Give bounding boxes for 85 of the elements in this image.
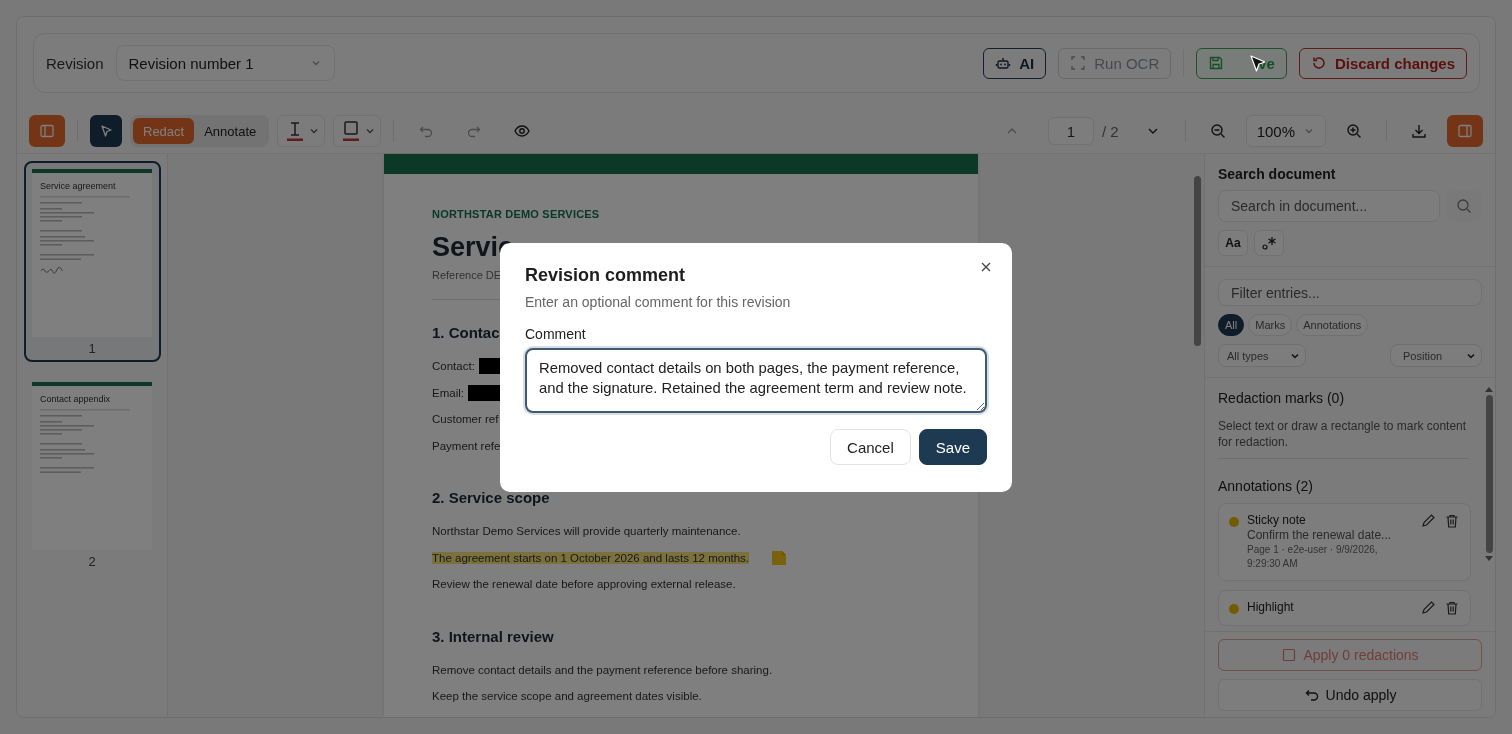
sidebar-icon (39, 123, 55, 139)
zoom-in-icon (1346, 123, 1362, 139)
thumbnail-title: Service agreement (40, 181, 117, 191)
reference-text: Reference DE (432, 269, 502, 281)
panel-toggle-button[interactable] (1447, 115, 1483, 147)
revision-select[interactable]: Revision number 1 (115, 45, 335, 81)
annotation-title: Sticky note (1247, 513, 1307, 527)
annotation-text: Confirm the renewal date... (1247, 528, 1393, 542)
delete-icon[interactable] (1444, 513, 1460, 529)
robot-icon (995, 55, 1012, 71)
save-button[interactable]: Save (918, 429, 987, 465)
rectangle-tool-button[interactable] (333, 115, 382, 147)
match-case-button[interactable]: Aa (1218, 230, 1248, 256)
discard-button[interactable]: Discard changes (1298, 47, 1467, 79)
body-text: Customer ref (432, 413, 499, 426)
redaction-hint: Select text or draw a rectangle to mark content for redaction. (1218, 418, 1468, 450)
sidebar-toggle-button[interactable] (29, 115, 65, 147)
body-text: Payment refe (432, 439, 501, 452)
section-heading: 2. Service scope (432, 489, 550, 506)
cancel-button[interactable]: Cancel (830, 429, 911, 465)
annotations-title: Annotations (2) (1218, 478, 1314, 494)
text-cursor-icon (286, 120, 305, 142)
body-text: Remove contact details and the payment reference before sharing. (432, 663, 773, 676)
highlighted-text: The agreement starts on 1 October 2026 and lasts 12 months. (432, 551, 750, 564)
page-number: 2 (88, 554, 96, 569)
eye-icon (514, 123, 531, 139)
dialog-subtitle: Enter an optional comment for this revision (525, 294, 792, 310)
sidebar-icon (1457, 123, 1473, 139)
text-tool-button[interactable] (277, 115, 326, 147)
zoom-select[interactable]: 100% (1245, 115, 1326, 147)
delete-icon[interactable] (1444, 600, 1460, 616)
annotation-card[interactable]: Sticky note Confirm the renewal date... Page 1 · e2e-user · 9/9/2026, 9:29:30 AM (1218, 503, 1471, 581)
annotation-meta: Page 1 · e2e-user · 9/9/2026, 9:29:30 AM (1247, 543, 1379, 571)
type-select[interactable]: All types (1218, 344, 1306, 367)
body-text: Contact: (432, 360, 475, 373)
filter-chip[interactable]: All (1218, 314, 1245, 336)
scrollbar-thumb[interactable] (1485, 395, 1493, 553)
status-dot (1229, 604, 1239, 614)
mode-tab[interactable]: Redact (133, 118, 195, 144)
revision-label: Revision (46, 54, 104, 72)
sort-select[interactable]: Position (1390, 344, 1482, 367)
page-total: / 2 (1101, 122, 1119, 140)
pointer-icon (98, 123, 114, 139)
filter-field[interactable]: Filter entries... (1218, 279, 1482, 306)
filter-chip[interactable]: Annotations (1296, 314, 1369, 336)
mode-tab[interactable]: Annotate (194, 118, 267, 144)
ai-button[interactable]: AI (983, 47, 1047, 79)
page-number: 1 (88, 341, 96, 356)
download-icon (1411, 123, 1427, 139)
section-heading: 1. Contac (432, 324, 500, 341)
regex-icon (1261, 235, 1277, 251)
scroll-down-icon[interactable] (1484, 556, 1494, 562)
undo-icon (1303, 687, 1320, 703)
body-text: Email: (432, 386, 464, 399)
body-text: Keep the service scope and agreement dates visible. (432, 690, 702, 703)
regex-button[interactable] (1254, 230, 1284, 256)
search-title: Search document (1218, 166, 1337, 182)
reset-icon (1310, 55, 1327, 71)
scan-frame-icon (1070, 55, 1087, 71)
field-label: Comment (525, 326, 587, 342)
annotation-title: Highlight (1247, 600, 1295, 614)
search-field[interactable]: Search in document... (1218, 190, 1440, 222)
redaction-marks-title: Redaction marks (0) (1218, 390, 1346, 406)
body-text: Review the renewal date before approving external release. (432, 578, 736, 591)
dialog-title: Revision comment (525, 265, 687, 286)
page-thumbnail[interactable]: Service agreement 1 (23, 161, 161, 362)
search-icon (1456, 198, 1472, 214)
body-text: Northstar Demo Services will provide quarterly maintenance. (432, 525, 741, 538)
edit-icon[interactable] (1420, 600, 1436, 616)
annotation-card[interactable]: Highlight (1218, 590, 1471, 626)
edit-icon[interactable] (1420, 513, 1436, 529)
filter-chip[interactable]: Marks (1248, 314, 1293, 336)
page-number-field[interactable]: 1 (1047, 117, 1094, 145)
close-icon (980, 261, 992, 273)
thumbnail-title: Contact appendix (40, 394, 112, 404)
undo-apply-button[interactable]: Undo apply (1218, 679, 1482, 711)
comment-field[interactable]: Removed contact details on both pages, the payment reference, and the signature. Retained the agreement term and review note. (525, 348, 987, 413)
square-icon (342, 120, 361, 142)
square-icon (1281, 647, 1298, 663)
select-tool-button[interactable] (90, 115, 122, 147)
organization-name: NORTHSTAR DEMO SERVICES (432, 208, 600, 220)
zoom-out-icon (1209, 123, 1226, 139)
scroll-up-icon[interactable] (1484, 386, 1494, 392)
status-dot (1229, 517, 1239, 527)
section-heading: 3. Internal review (432, 627, 554, 645)
